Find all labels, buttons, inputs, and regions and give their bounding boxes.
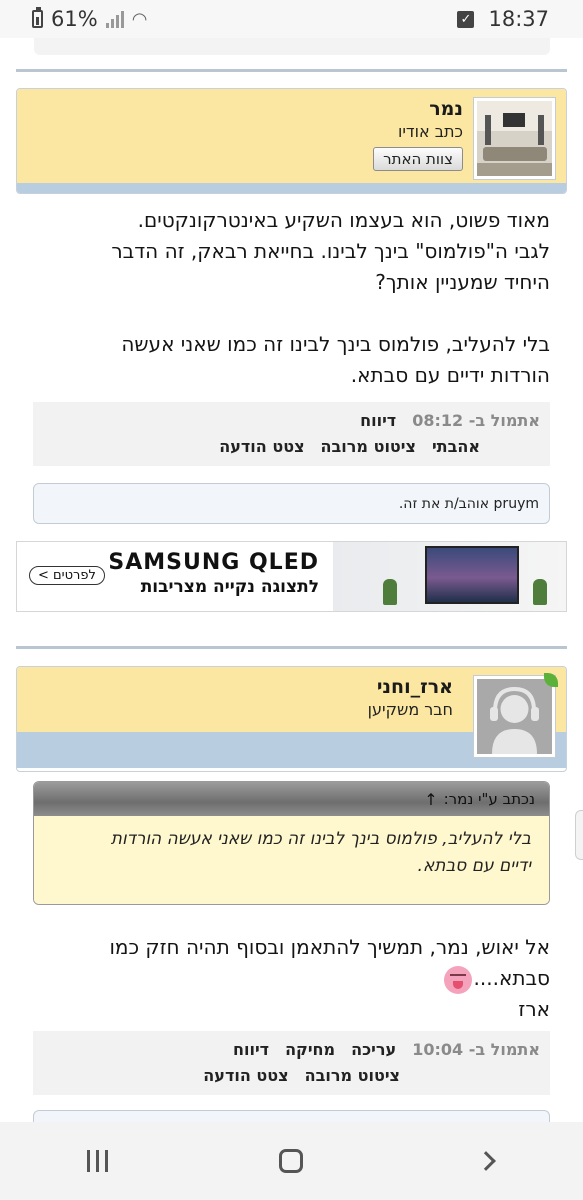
- report-link[interactable]: דיווח: [233, 1037, 269, 1063]
- post-body: אל יאוש, נמר, תמשיך להתאמן ובסוף תהיה חז…: [30, 932, 550, 1025]
- home-icon: [279, 1149, 304, 1173]
- recent-apps-icon: [86, 1150, 108, 1172]
- quote-author: נכתב ע"י נמר:: [443, 790, 535, 808]
- delete-link[interactable]: מחיקה: [285, 1037, 335, 1063]
- back-chevron-icon: [475, 1151, 496, 1171]
- report-link[interactable]: דיווח: [360, 408, 396, 434]
- status-bar: 61% ◠ ✓ 18:37: [0, 0, 583, 38]
- status-right: ✓ 18:37: [457, 7, 549, 31]
- ad-image: [333, 542, 566, 611]
- wifi-icon: ◠: [131, 8, 148, 30]
- avatar[interactable]: [473, 673, 558, 758]
- go-to-quote-icon[interactable]: ↑: [424, 790, 437, 809]
- post-actions-row: ציטוט מרובה צטט הודעה: [43, 1063, 540, 1089]
- post-line: אל יאוש, נמר, תמשיך להתאמן ובסוף תהיה חז…: [109, 935, 550, 959]
- home-button[interactable]: [261, 1131, 321, 1191]
- post-line: ארז: [518, 997, 550, 1021]
- battery-icon: [32, 7, 43, 28]
- previous-post-bottom: [34, 38, 550, 55]
- post-line-with-emoji: סבתא....: [30, 963, 550, 994]
- quote-line: בלי להעליב, פולמוס בינך לבינו זה כמו שאנ…: [110, 829, 531, 849]
- post-timestamp: אתמול ב- 10:04: [412, 1040, 540, 1059]
- recent-apps-button[interactable]: [67, 1131, 127, 1191]
- ad-banner[interactable]: SAMSUNG QLED לתצוגה נקייה מצריבות < לפרט…: [16, 541, 567, 612]
- post-divider: [16, 69, 567, 72]
- post-meta-row: אתמול ב- 10:04 עריכה מחיקה דיווח: [43, 1037, 540, 1063]
- tongue-out-emoji-icon: [443, 965, 472, 994]
- scroll-handle[interactable]: [575, 810, 583, 860]
- post-line-blank: [30, 298, 550, 329]
- plant-icon: [533, 579, 547, 605]
- system-nav-bar: [0, 1122, 583, 1200]
- likes-text[interactable]: pruym אוהב/ת את זה.: [399, 496, 539, 512]
- post-line: היחיד שמעניין אותך?: [375, 270, 550, 294]
- clock: 18:37: [488, 7, 549, 31]
- post-timestamp: אתמול ב- 08:12: [412, 411, 540, 430]
- author-info: נמר כתב אודיו צוות האתר: [363, 97, 473, 171]
- ad-text-area: SAMSUNG QLED לתצוגה נקייה מצריבות < לפרט…: [17, 542, 333, 611]
- quote-line: ידיים עם סבתא.: [417, 856, 532, 876]
- ad-details-button[interactable]: < לפרטים: [29, 566, 105, 585]
- back-button[interactable]: [456, 1131, 516, 1191]
- author-name[interactable]: ארז_וחני: [368, 675, 453, 699]
- likes-box: pruym אוהב/ת את זה.: [33, 483, 550, 524]
- like-link[interactable]: אהבתי: [432, 434, 480, 460]
- avatar-image: [477, 101, 552, 176]
- post-divider: [16, 646, 567, 649]
- tv-image: [425, 546, 519, 604]
- post-body: מאוד פשוט, הוא בעצמו השקיע באינטרקונקטים…: [30, 205, 550, 391]
- post-line: לגבי ה"פולמוס" בינך לבינו. בחייאת רבאק, …: [111, 239, 550, 263]
- chevron-left-icon: <: [38, 568, 49, 583]
- quote-link[interactable]: צטט הודעה: [219, 434, 304, 460]
- multi-quote-link[interactable]: ציטוט מרובה: [305, 1063, 400, 1089]
- plant-icon: [383, 579, 397, 605]
- notification-check-icon: ✓: [457, 10, 475, 28]
- avatar[interactable]: [473, 97, 556, 180]
- post-line: הורדות ידיים עם סבתא.: [350, 363, 550, 387]
- post-line: בלי להעליב, פולמוס בינך לבינו זה כמו שאנ…: [121, 332, 550, 356]
- post-author-header: ארז_וחני חבר משקיען: [16, 666, 567, 772]
- quote-box: נכתב ע"י נמר: ↑ בלי להעליב, פולמוס בינך …: [33, 781, 550, 905]
- post-actions-row: אהבתי ציטוט מרובה צטט הודעה: [43, 434, 540, 460]
- author-panel: נמר כתב אודיו צוות האתר: [17, 89, 566, 183]
- quote-header: נכתב ע"י נמר: ↑: [34, 782, 549, 816]
- ad-details-label: לפרטים: [53, 568, 96, 583]
- default-avatar-icon: [477, 679, 552, 754]
- edit-link[interactable]: עריכה: [351, 1037, 396, 1063]
- author-panel-footer: [17, 183, 566, 193]
- post-author-header: נמר כתב אודיו צוות האתר: [16, 88, 567, 194]
- post-meta-row: אתמול ב- 08:12 דיווח: [43, 408, 540, 434]
- multi-quote-link[interactable]: ציטוט מרובה: [321, 434, 416, 460]
- signal-icon: [105, 10, 124, 28]
- author-title: חבר משקיען: [367, 700, 453, 719]
- post-action-bar: אתמול ב- 10:04 עריכה מחיקה דיווח ציטוט מ…: [33, 1031, 550, 1095]
- battery-percent: 61%: [51, 7, 98, 31]
- post-action-bar: אתמול ב- 08:12 דיווח אהבתי ציטוט מרובה צ…: [33, 402, 550, 466]
- staff-badge-button[interactable]: צוות האתר: [373, 147, 463, 171]
- post-line: סבתא....: [473, 966, 550, 990]
- status-left: 61% ◠: [32, 7, 147, 31]
- quote-body: בלי להעליב, פולמוס בינך לבינו זה כמו שאנ…: [34, 816, 549, 904]
- author-name[interactable]: נמר: [373, 97, 463, 121]
- author-title: כתב אודיו: [397, 122, 463, 141]
- quote-link[interactable]: צטט הודעה: [203, 1063, 288, 1089]
- author-info: ארז_וחני חבר משקיען: [358, 675, 463, 721]
- post-line: מאוד פשוט, הוא בעצמו השקיע באינטרקונקטים…: [137, 208, 550, 232]
